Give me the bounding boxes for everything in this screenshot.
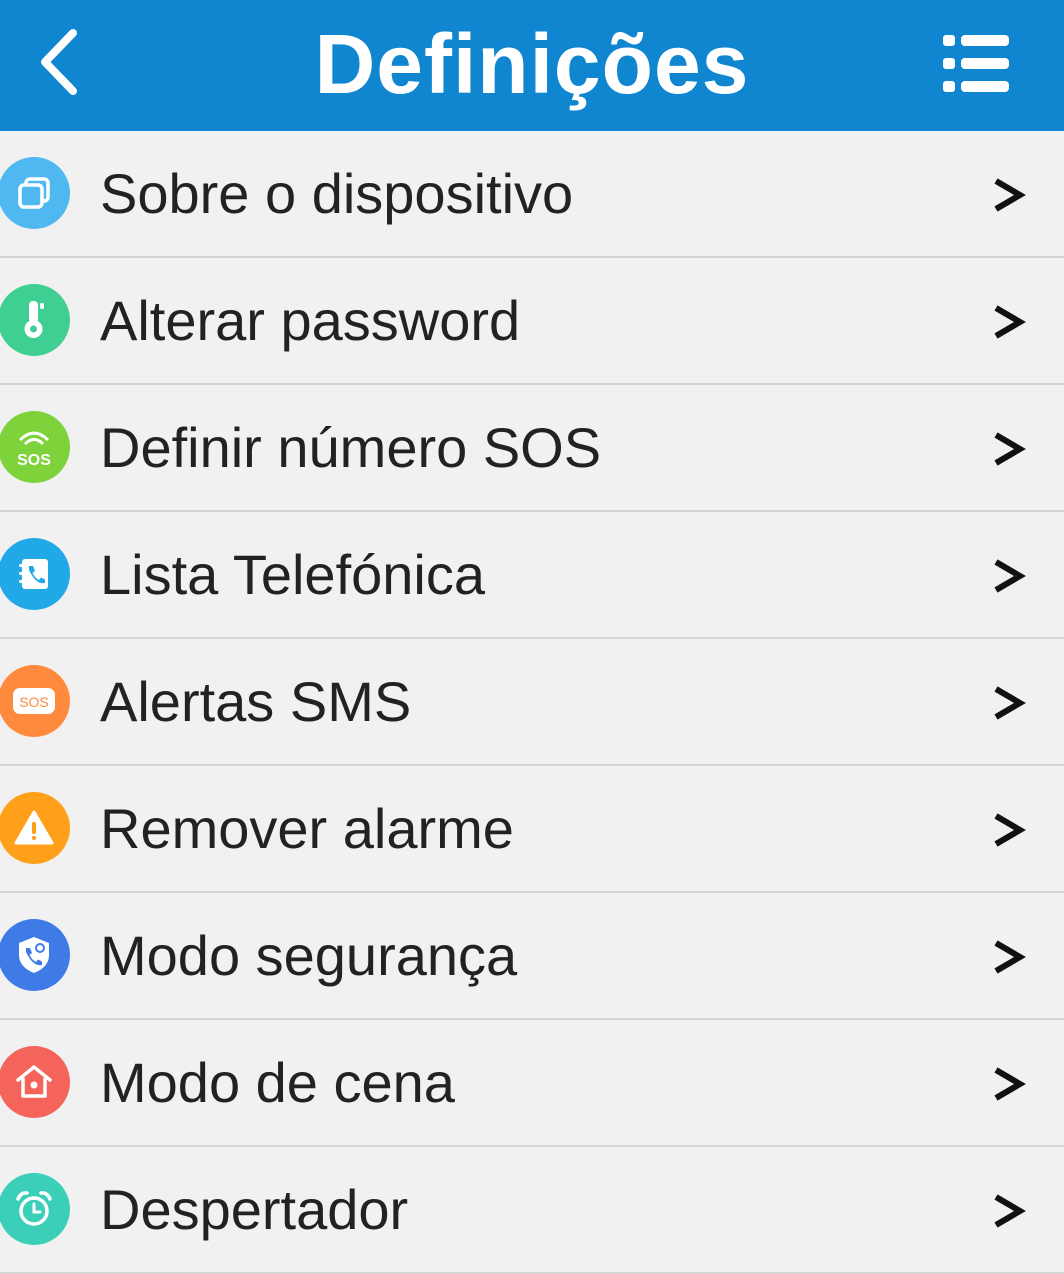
phonebook-icon — [0, 538, 70, 610]
settings-item-change-password[interactable]: Alterar password — [0, 258, 1064, 385]
chevron-right-icon — [994, 940, 1026, 974]
settings-item-security-mode[interactable]: Modo segurança — [0, 893, 1064, 1020]
settings-item-about-device[interactable]: Sobre o dispositivo — [0, 131, 1064, 258]
settings-item-label: Definir número SOS — [100, 416, 602, 479]
home-icon — [0, 1046, 70, 1118]
device-icon — [0, 157, 70, 229]
chevron-right-icon — [994, 305, 1026, 339]
key-icon — [0, 284, 70, 356]
chevron-right-icon — [994, 432, 1026, 466]
sos-icon-text: SOS — [17, 452, 51, 469]
alarm-clock-icon — [0, 1173, 70, 1245]
settings-item-sos-number[interactable]: SOS Definir número SOS — [0, 385, 1064, 512]
settings-item-label: Remover alarme — [100, 797, 514, 860]
settings-item-label: Despertador — [100, 1178, 409, 1241]
settings-item-scene-mode[interactable]: Modo de cena — [0, 1020, 1064, 1147]
settings-item-phonebook[interactable]: Lista Telefónica — [0, 512, 1064, 639]
settings-item-label: Alertas SMS — [100, 670, 412, 733]
chevron-right-icon — [994, 1194, 1026, 1228]
chevron-right-icon — [994, 178, 1026, 212]
page-title: Definições — [314, 17, 750, 111]
sos-signal-icon: SOS — [0, 411, 70, 483]
shield-phone-icon — [0, 919, 70, 991]
settings-item-sms-alerts[interactable]: SOS Alertas SMS — [0, 639, 1064, 766]
chevron-right-icon — [994, 686, 1026, 720]
settings-item-label: Alterar password — [100, 289, 521, 352]
app-header: Definições — [0, 0, 1064, 131]
settings-item-alarm-clock[interactable]: Despertador — [0, 1147, 1064, 1274]
settings-list: Sobre o dispositivo Alterar password SOS — [0, 131, 1064, 1274]
sos-message-icon: SOS — [0, 665, 70, 737]
chevron-right-icon — [994, 1067, 1026, 1101]
settings-item-label: Lista Telefónica — [100, 543, 485, 606]
settings-item-label: Sobre o dispositivo — [100, 162, 574, 225]
settings-item-label: Modo segurança — [100, 924, 518, 987]
menu-button[interactable] — [936, 26, 1016, 102]
list-menu-icon — [943, 35, 1009, 92]
settings-item-label: Modo de cena — [100, 1051, 455, 1114]
chevron-right-icon — [994, 559, 1026, 593]
settings-item-remove-alarm[interactable]: Remover alarme — [0, 766, 1064, 893]
warning-icon — [0, 792, 70, 864]
sos-icon-text: SOS — [19, 694, 49, 710]
chevron-right-icon — [994, 813, 1026, 847]
